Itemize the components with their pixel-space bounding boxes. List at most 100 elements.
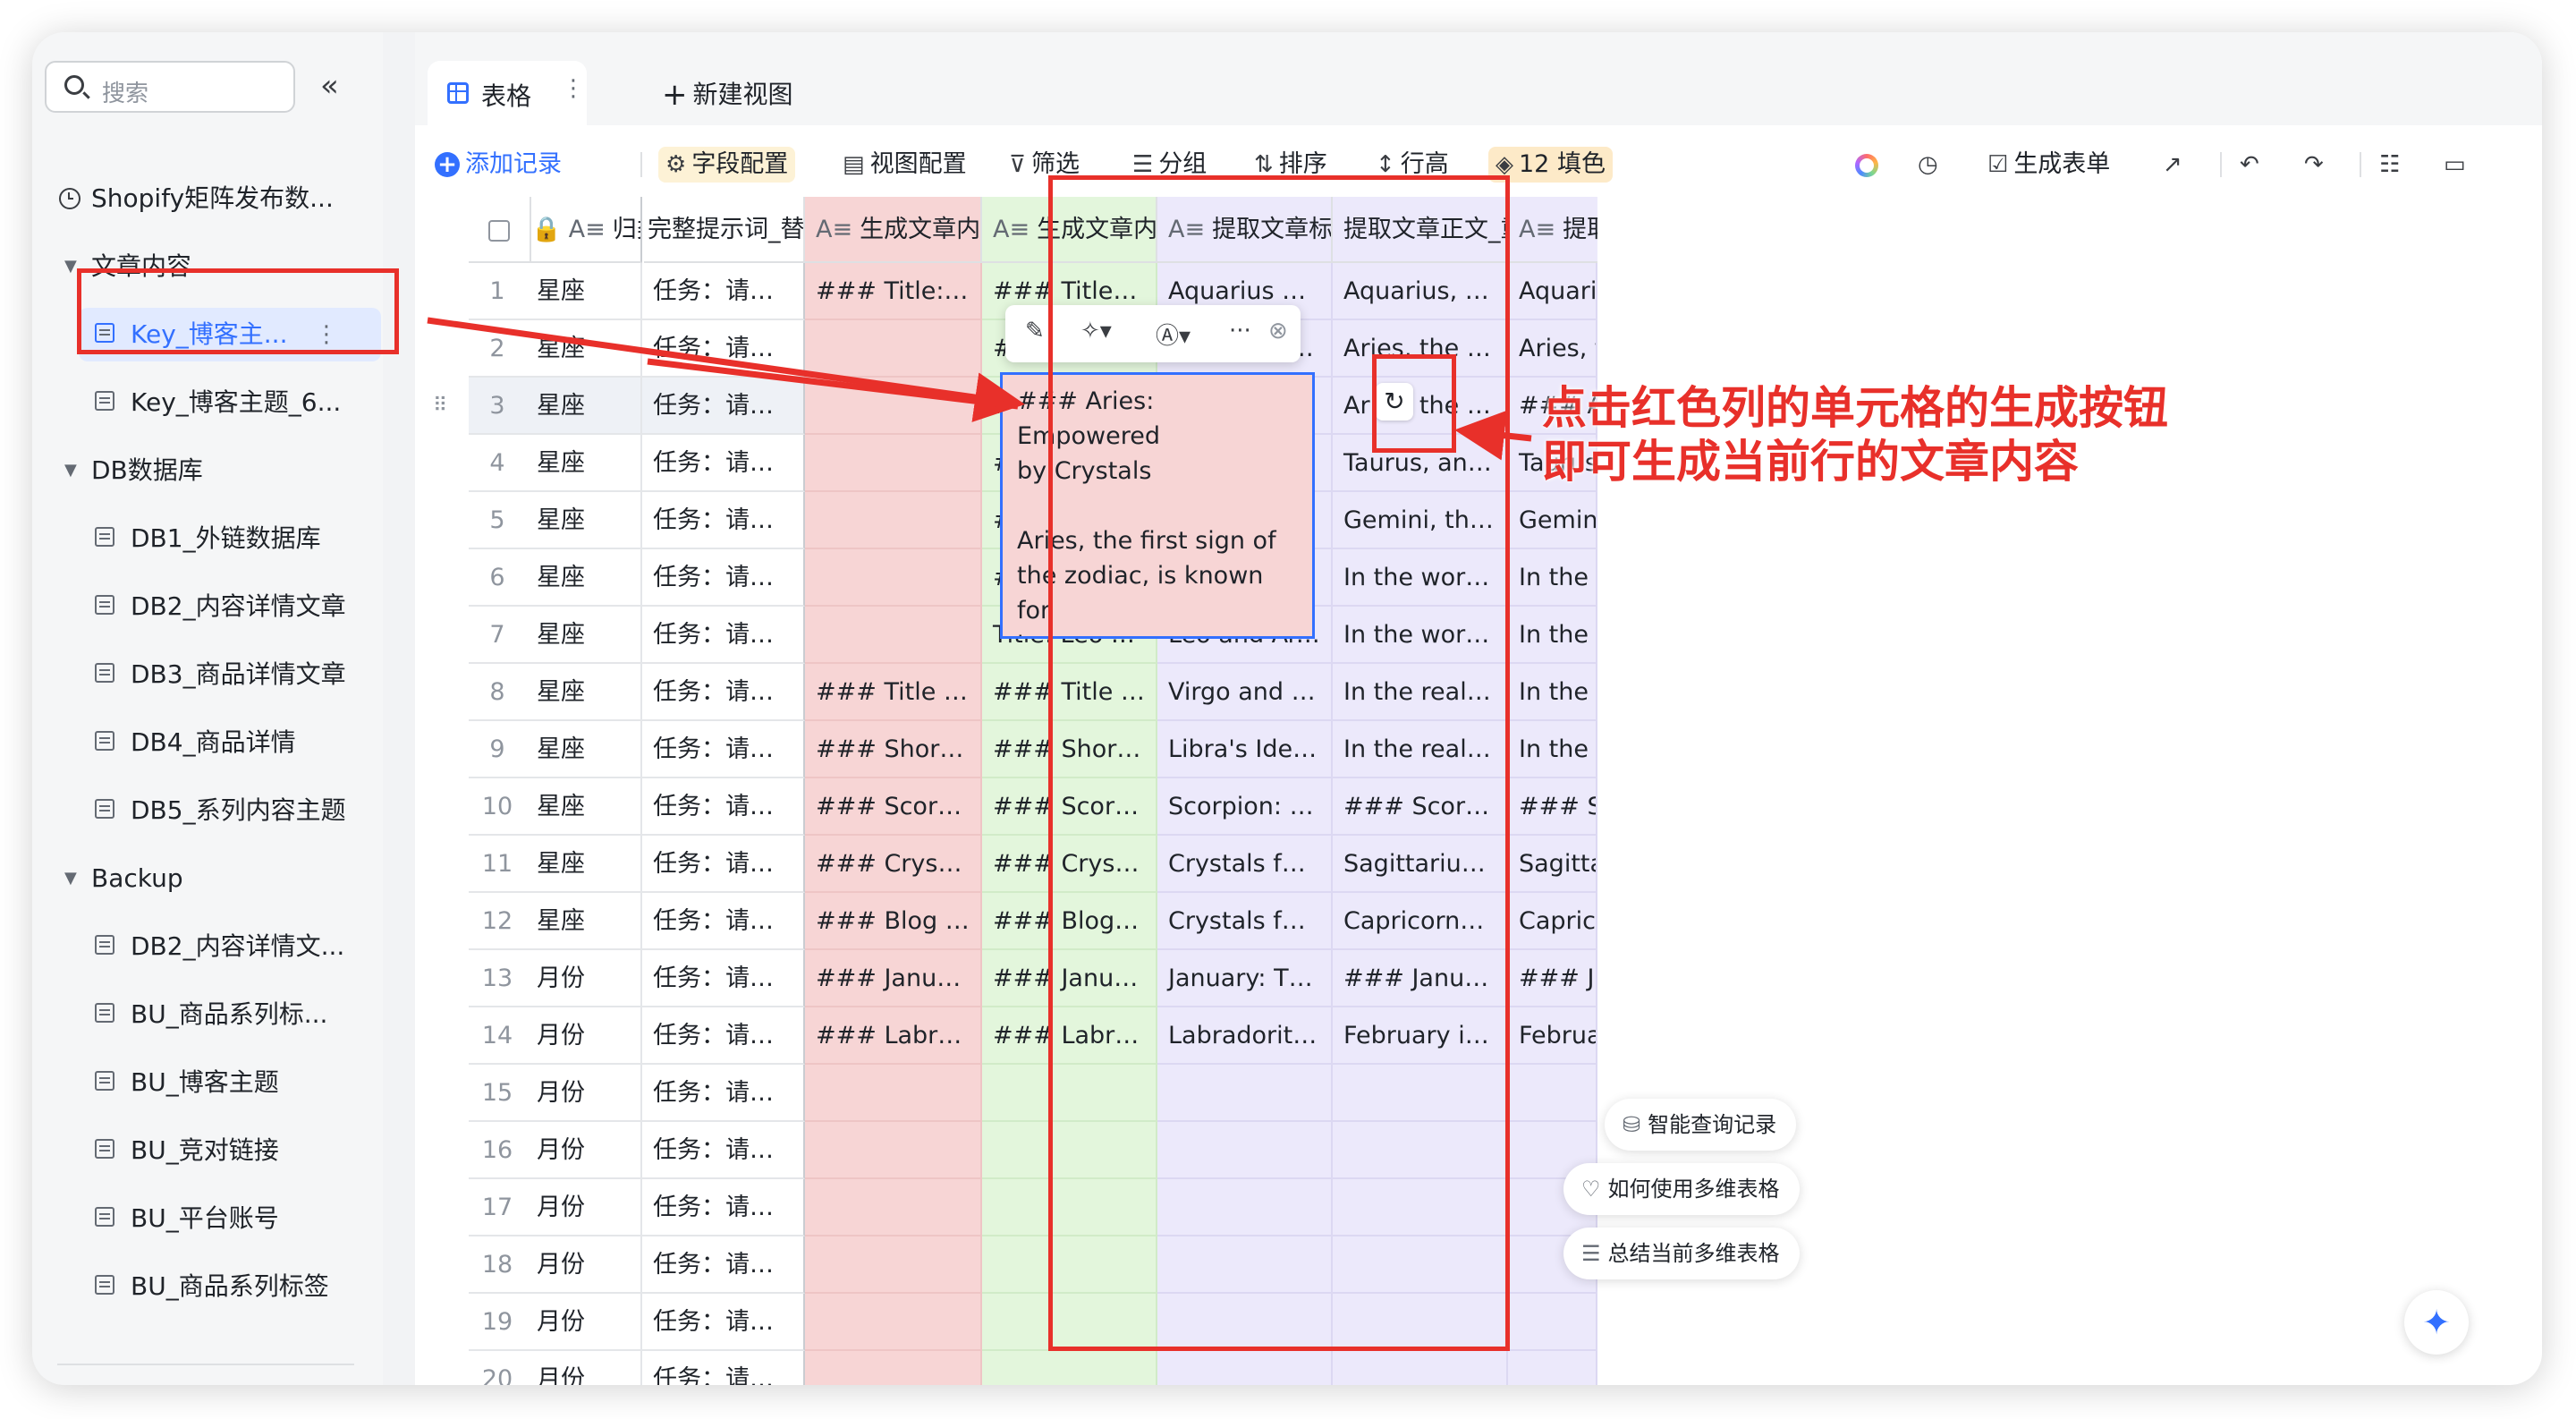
cell-generate-article[interactable]: ### Blog Title Crystals ... xyxy=(805,893,982,950)
cell-extract-more[interactable]: Capricorns xyxy=(1508,893,1597,950)
cell-generate-article[interactable]: ### Scorpion: The Perf... xyxy=(805,778,982,836)
cell-prompt[interactable]: 任务：请你按照如下要... xyxy=(642,778,805,836)
more-horizontal-icon[interactable]: ··· xyxy=(1229,318,1251,344)
row-height-button[interactable]: ↕ 行高 xyxy=(1376,147,1449,183)
cell-generate-article[interactable]: ### Crystals for Sagitt... xyxy=(805,836,982,893)
cell-prompt[interactable]: 任务：请你按照如下要... xyxy=(642,549,805,607)
cell-generate-article[interactable] xyxy=(805,378,982,435)
cell-category[interactable]: 星座 xyxy=(526,435,642,492)
group-button[interactable]: ☰ 分组 xyxy=(1132,147,1207,183)
cell-extract-body[interactable] xyxy=(1333,1122,1508,1179)
cell-generate-article[interactable] xyxy=(805,1351,982,1385)
expanded-cell-generate-article[interactable]: ### Aries: Empowered by Crystals Aries, … xyxy=(1000,372,1315,639)
column-header-generate-article-links[interactable]: A≡ 生成文章内容_带外链 xyxy=(982,197,1157,263)
cell-extract-body[interactable]: Aries, the first sign of t... xyxy=(1333,378,1508,435)
cell-prompt[interactable]: 任务：请你按照如下要... xyxy=(642,435,805,492)
sidebar-item-db4[interactable]: DB4_商品详情 xyxy=(32,709,383,777)
cell-category[interactable]: 星座 xyxy=(526,664,642,721)
share-button[interactable]: ↗ xyxy=(2163,147,2188,183)
cell-extract-body[interactable] xyxy=(1333,1065,1508,1122)
cell-category[interactable]: 月份 xyxy=(526,1294,642,1351)
cell-category[interactable]: 星座 xyxy=(526,721,642,778)
search-records-button[interactable]: ☷ xyxy=(2379,147,2405,183)
table-row[interactable]: 6星座任务：请你按照如下要...### Title Cancer and A..… xyxy=(469,549,2542,607)
collapse-sidebar-icon[interactable]: « xyxy=(320,68,339,104)
cell-extract-title[interactable]: Virgo and African Bloo... xyxy=(1157,664,1333,721)
sort-button[interactable]: ⇅ 排序 xyxy=(1254,147,1327,183)
cell-extract-title[interactable] xyxy=(1157,1351,1333,1385)
sidebar-folder-db[interactable]: ▼ DB数据库 xyxy=(32,437,383,505)
cell-extract-body[interactable]: In the realm of astrolog... xyxy=(1333,664,1508,721)
table-row[interactable]: 14月份任务：请你按照如下要...### Labradorite Crysta.… xyxy=(469,1007,2542,1065)
column-header-extract-body[interactable]: 提取文章正文_重点AI xyxy=(1333,197,1508,263)
table-row[interactable]: 15月份任务：请你按照如下要... xyxy=(469,1065,2542,1122)
cell-category[interactable]: 星座 xyxy=(526,263,642,320)
cell-generate-article[interactable] xyxy=(805,435,982,492)
cell-prompt[interactable]: 任务：请你按照如下要... xyxy=(642,1179,805,1236)
cell-extract-more[interactable]: ### Scorpic xyxy=(1508,778,1597,836)
table-row[interactable]: 4星座任务：请你按照如下要...### Crystals for Taurus.… xyxy=(469,435,2542,492)
sidebar-item-db3[interactable]: DB3_商品详情文章 xyxy=(32,641,383,709)
cell-category[interactable]: 星座 xyxy=(526,778,642,836)
cell-extract-more[interactable]: In the realm xyxy=(1508,721,1597,778)
sidebar-item-key-blog-topic[interactable]: Key_博客主... ⋮ xyxy=(32,301,383,369)
cell-extract-body[interactable]: In the world of astrolog... xyxy=(1333,549,1508,607)
table-row[interactable]: 5星座任务：请你按照如下要...# Title Gemini and Afric… xyxy=(469,492,2542,549)
cell-generate-article[interactable] xyxy=(805,320,982,378)
sidebar-item-bu-blog-topic[interactable]: BU_博客主题 xyxy=(32,1049,383,1117)
sparkle-settings-icon[interactable]: ✧▾ xyxy=(1080,318,1112,344)
cell-generate-article[interactable] xyxy=(805,1294,982,1351)
cell-extract-body[interactable]: Aries, the first sign of t... xyxy=(1333,320,1508,378)
sidebar-item-dashboard[interactable]: Shopify矩阵发布数... xyxy=(32,165,383,233)
generate-refresh-icon[interactable]: ↻ xyxy=(1376,383,1413,421)
cell-extract-title[interactable] xyxy=(1157,1122,1333,1179)
select-all-checkbox[interactable] xyxy=(469,197,531,263)
summarize-button[interactable]: ☰ 总结当前多维表格 xyxy=(1563,1228,1800,1279)
cell-extract-more[interactable] xyxy=(1508,1294,1597,1351)
cell-extract-body[interactable]: ### January: The Mont... xyxy=(1333,950,1508,1007)
cell-category[interactable]: 星座 xyxy=(526,607,642,664)
cell-prompt[interactable]: 任务：请你按照如下要... xyxy=(642,378,805,435)
cell-extract-body[interactable]: ### Scorpion: The Perf... xyxy=(1333,778,1508,836)
cell-extract-title[interactable]: Crystals for Capricorn: ... xyxy=(1157,893,1333,950)
cell-generate-article[interactable] xyxy=(805,1236,982,1294)
cell-generate-article-links[interactable] xyxy=(982,1236,1157,1294)
cell-extract-title[interactable] xyxy=(1157,1179,1333,1236)
table-row[interactable]: 9星座任务：请你按照如下要...### Short Title Libra's … xyxy=(469,721,2542,778)
cell-category[interactable]: 星座 xyxy=(526,836,642,893)
cell-extract-more[interactable]: Aquarius, th xyxy=(1508,263,1597,320)
cell-generate-article-links[interactable] xyxy=(982,1065,1157,1122)
cell-prompt[interactable]: 任务：请你按照如下要... xyxy=(642,320,805,378)
cell-extract-title[interactable]: January: The Month of ... xyxy=(1157,950,1333,1007)
cell-generate-article[interactable]: ### January: The Mont... xyxy=(805,950,982,1007)
table-row[interactable]: 1星座任务：请你按照如下要...### Title: Aquarius and.… xyxy=(469,263,2542,320)
table-row[interactable]: 12星座任务：请你按照如下要...### Blog Title Crystals… xyxy=(469,893,2542,950)
sidebar-item-backup-db2[interactable]: DB2_内容详情文... xyxy=(32,913,383,981)
cell-category[interactable]: 星座 xyxy=(526,893,642,950)
column-header-category[interactable]: 🔒A≡归类 xyxy=(526,197,642,263)
table-row[interactable]: 11星座任务：请你按照如下要...### Crystals for Sagitt… xyxy=(469,836,2542,893)
cell-extract-body[interactable]: Taurus, an earth sign, i... xyxy=(1333,435,1508,492)
cell-category[interactable]: 月份 xyxy=(526,1351,642,1385)
sidebar-item-db1[interactable]: DB1_外链数据库 xyxy=(32,505,383,573)
close-circle-icon[interactable]: ⊗ xyxy=(1268,318,1288,344)
chevron-down-icon[interactable]: ▼ xyxy=(64,233,77,301)
cell-category[interactable]: 月份 xyxy=(526,1007,642,1065)
sidebar-item-bu-competitor-links[interactable]: BU_竞对链接 xyxy=(32,1117,383,1185)
cell-generate-article[interactable] xyxy=(805,607,982,664)
column-header-extract-more[interactable]: A≡ 提取文章 xyxy=(1508,197,1597,263)
sidebar-item-bu-product-tags[interactable]: BU_商品系列标签 xyxy=(32,1253,383,1321)
cell-generate-article-links[interactable]: ### Short Title Libra's I... xyxy=(982,721,1157,778)
cell-extract-more[interactable]: ### Januar xyxy=(1508,950,1597,1007)
table-row[interactable]: 17月份任务：请你按照如下要... xyxy=(469,1179,2542,1236)
comments-button[interactable]: ▭ xyxy=(2444,147,2471,183)
cell-category[interactable]: 月份 xyxy=(526,1179,642,1236)
cell-extract-title[interactable] xyxy=(1157,1065,1333,1122)
magic-wand-icon[interactable]: ✎ xyxy=(1025,318,1045,344)
sidebar-folder-backup[interactable]: ▼ Backup xyxy=(32,845,383,913)
cell-extract-body[interactable] xyxy=(1333,1294,1508,1351)
sidebar-item-bu-product-series[interactable]: BU_商品系列标... xyxy=(32,981,383,1049)
chevron-down-icon[interactable]: ▼ xyxy=(64,845,77,913)
undo-button[interactable]: ↶ xyxy=(2240,147,2265,183)
cell-extract-body[interactable] xyxy=(1333,1179,1508,1236)
